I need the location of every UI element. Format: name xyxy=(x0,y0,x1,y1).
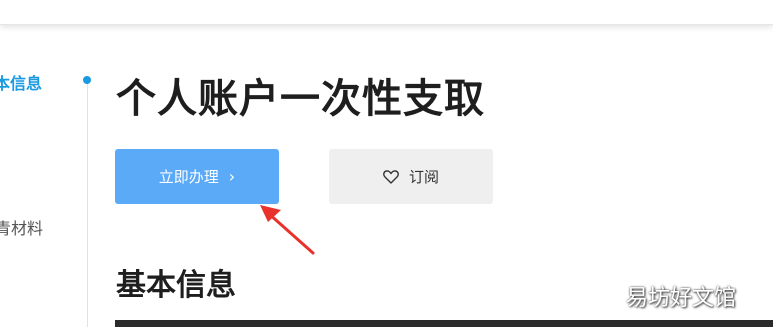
sidebar-item-basic-info[interactable]: 本信息 xyxy=(0,70,42,94)
page-title: 个人账户一次性支取 xyxy=(116,76,485,122)
top-bar xyxy=(0,0,773,25)
page: 本信息 青材料 个人账户一次性支取 立即办理 › 订阅 基本信息 易坊好文馆 xyxy=(0,0,773,327)
sidebar-rail xyxy=(87,80,88,327)
section-title-basic-info: 基本信息 xyxy=(116,268,236,303)
chevron-right-icon: › xyxy=(228,166,236,186)
table-header-bar xyxy=(115,320,773,327)
sidebar-item-materials[interactable]: 青材料 xyxy=(0,215,43,239)
watermark-text: 易坊好文馆 xyxy=(626,286,737,311)
heart-icon xyxy=(383,169,399,184)
apply-now-label: 立即办理 xyxy=(158,168,219,186)
sidebar-active-dot xyxy=(83,76,91,84)
apply-now-button[interactable]: 立即办理 › xyxy=(115,149,279,204)
subscribe-button[interactable]: 订阅 xyxy=(329,149,493,204)
subscribe-label: 订阅 xyxy=(408,168,439,186)
